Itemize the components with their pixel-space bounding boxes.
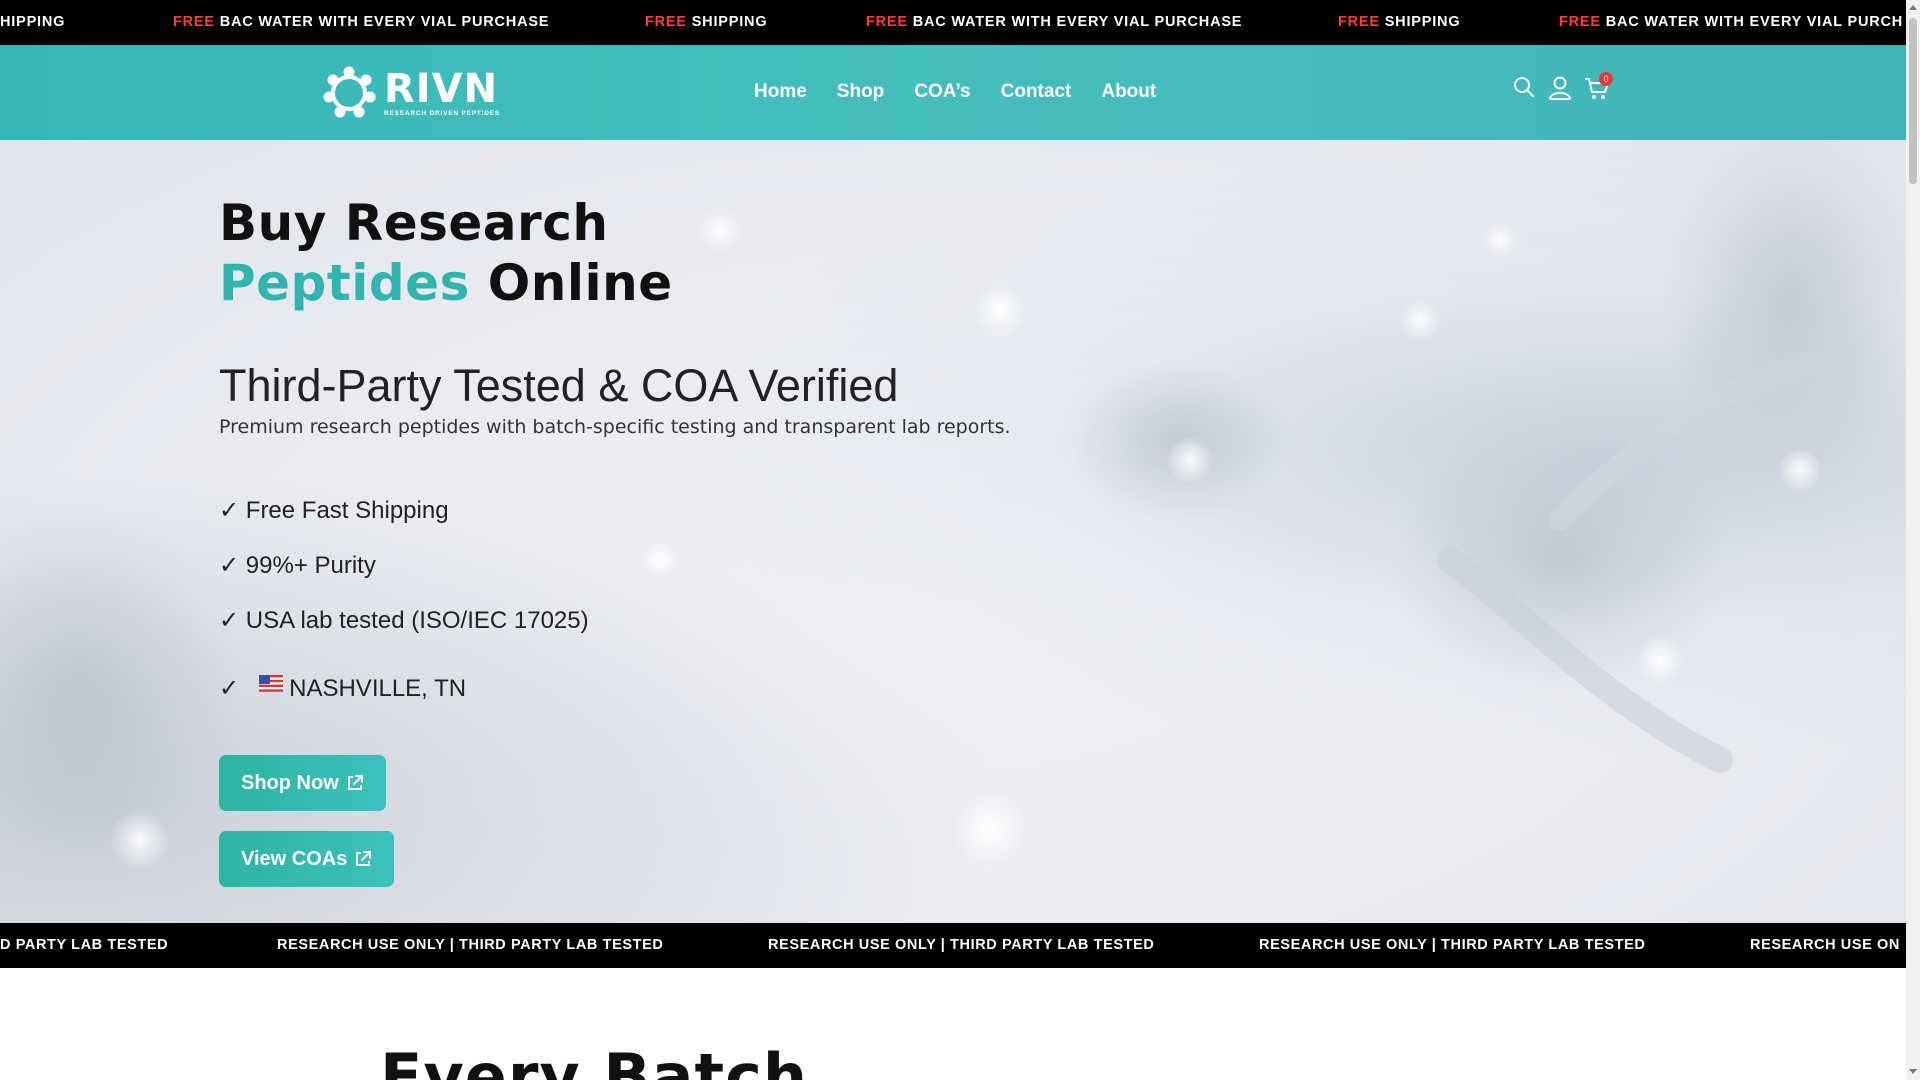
logo[interactable]: RIVN RESEARCH DRIVEN PEPTIDES bbox=[322, 65, 502, 121]
nav-about[interactable]: About bbox=[1101, 81, 1156, 103]
announcement-item: FREE BAC WATER WITH EVERY VIAL PURCHASE bbox=[866, 14, 1243, 30]
ticker-item: RESEARCH USE ONLY | THIRD PARTY LAB TEST… bbox=[277, 937, 664, 953]
feature-purity: ✓ 99%+ Purity bbox=[219, 552, 376, 579]
announcement-item: FREE BAC WATER WITH EVERY VIAL PURCH bbox=[1559, 14, 1904, 30]
logo-mark-icon bbox=[323, 66, 376, 118]
feature-shipping: ✓ Free Fast Shipping bbox=[219, 497, 449, 524]
announcement-item: HIPPING bbox=[0, 14, 66, 30]
logo-tagline: RESEARCH DRIVEN PEPTIDES bbox=[384, 110, 500, 117]
scroll-down-icon[interactable] bbox=[1909, 1069, 1917, 1074]
scroll-thumb[interactable] bbox=[1909, 18, 1917, 184]
logo-wordmark: RIVN bbox=[384, 66, 499, 112]
ticker-item: RESEARCH USE ONLY | THIRD PARTY LAB TEST… bbox=[768, 937, 1155, 953]
ticker-item: D PARTY LAB TESTED bbox=[0, 937, 169, 953]
announcement-item: FREE BAC WATER WITH EVERY VIAL PURCHASE bbox=[173, 14, 550, 30]
us-flag-icon bbox=[259, 675, 284, 692]
cart-icon[interactable]: 0 bbox=[1584, 72, 1613, 103]
announcement-bar: HIPPING FREE BAC WATER WITH EVERY VIAL P… bbox=[0, 0, 1906, 45]
hero-title-line1: Buy Research bbox=[219, 194, 609, 252]
announcement-item: FREE SHIPPING bbox=[645, 14, 768, 30]
account-icon[interactable] bbox=[1548, 75, 1574, 103]
feature-location: ✓ NASHVILLE, TN bbox=[219, 674, 466, 703]
page-scrollbar[interactable] bbox=[1906, 0, 1920, 1080]
section-heading: Every Batch bbox=[380, 1040, 809, 1080]
location-text: NASHVILLE, TN bbox=[289, 675, 467, 702]
hero-title-rest: Online bbox=[469, 254, 673, 312]
shop-now-button[interactable]: Shop Now bbox=[219, 755, 386, 811]
nav-shop[interactable]: Shop bbox=[837, 81, 885, 103]
ticker-item: RESEARCH USE ONLY | THIRD PARTY LAB TEST… bbox=[1259, 937, 1646, 953]
announcement-item: FREE SHIPPING bbox=[1338, 14, 1461, 30]
external-link-icon bbox=[356, 851, 372, 866]
feature-lab-tested: ✓ USA lab tested (ISO/IEC 17025) bbox=[219, 607, 589, 634]
scroll-up-icon[interactable] bbox=[1909, 5, 1917, 10]
header-actions: 0 bbox=[1512, 72, 1613, 103]
check-icon: ✓ bbox=[219, 675, 240, 702]
ticker-item: RESEARCH USE ON bbox=[1750, 937, 1900, 953]
view-coas-label: View COAs bbox=[241, 847, 348, 870]
disclaimer-ticker: D PARTY LAB TESTED RESEARCH USE ONLY | T… bbox=[0, 923, 1906, 968]
hero-title: Buy Research Peptides Online bbox=[219, 193, 673, 313]
hero-section: Buy Research Peptides Online Third-Party… bbox=[0, 140, 1906, 923]
site-header: RIVN RESEARCH DRIVEN PEPTIDES Home Shop … bbox=[0, 45, 1906, 140]
shop-now-label: Shop Now bbox=[241, 771, 339, 794]
nav-home[interactable]: Home bbox=[754, 81, 807, 103]
hero-description: Premium research peptides with batch-spe… bbox=[219, 416, 1011, 438]
main-nav: Home Shop COA’s Contact About bbox=[754, 81, 1156, 103]
hero-subtitle: Third-Party Tested & COA Verified bbox=[219, 360, 899, 411]
nav-contact[interactable]: Contact bbox=[1001, 81, 1072, 103]
nav-coas[interactable]: COA’s bbox=[914, 81, 970, 103]
hero-title-accent: Peptides bbox=[219, 254, 470, 312]
external-link-icon bbox=[347, 775, 363, 790]
search-icon[interactable] bbox=[1512, 75, 1538, 103]
cart-count-badge: 0 bbox=[1599, 72, 1613, 86]
view-coas-button[interactable]: View COAs bbox=[219, 831, 395, 887]
